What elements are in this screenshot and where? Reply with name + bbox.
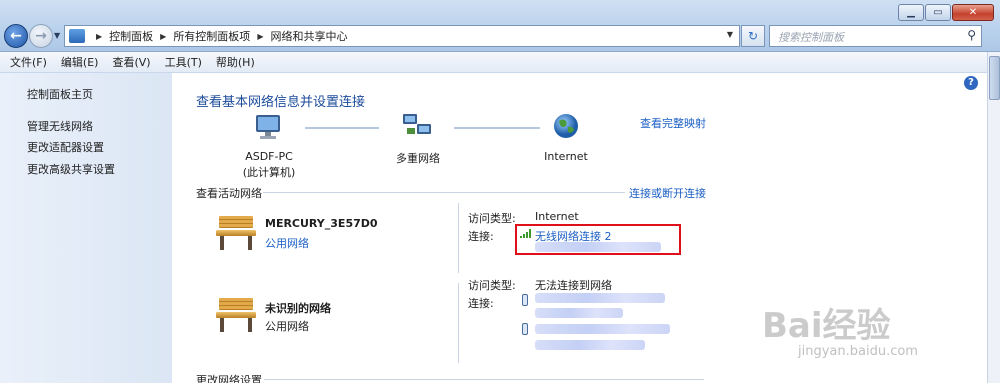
redacted-text (535, 340, 645, 350)
breadcrumb-chevron-icon[interactable]: ▶ (257, 32, 263, 41)
scrollbar-thumb[interactable] (989, 56, 1000, 100)
menu-tools[interactable]: 工具(T) (165, 54, 202, 70)
maximize-button[interactable]: ▭ (925, 4, 951, 21)
map-connector (454, 127, 540, 129)
breadcrumb-all-items[interactable]: 所有控制面板项 (173, 28, 250, 44)
network-adapter-icon (522, 323, 528, 335)
breadcrumb-chevron-icon[interactable]: ▶ (160, 32, 166, 41)
multiple-networks-icon (403, 114, 431, 134)
back-arrow-icon: ← (10, 28, 22, 44)
search-icon[interactable]: ⚲ (967, 28, 976, 42)
change-settings-title: 更改网络设置 (196, 374, 262, 383)
baidu-watermark-logo: Bai经验 (762, 306, 891, 346)
refresh-icon: ↻ (747, 29, 759, 43)
section-divider (263, 192, 625, 193)
computer-icon (256, 115, 280, 139)
recent-pages-dropdown-icon[interactable]: ▼ (54, 31, 60, 40)
connect-disconnect-link[interactable]: 连接或断开连接 (629, 185, 706, 201)
close-icon: ✕ (968, 7, 978, 18)
highlight-box (515, 224, 681, 255)
access-type-label: 访问类型: (468, 212, 516, 225)
menu-view[interactable]: 查看(V) (112, 54, 150, 70)
vertical-divider (458, 283, 459, 363)
connection-label: 连接: (468, 297, 494, 310)
network-name: MERCURY_3E57D0 (265, 217, 378, 230)
map-connector (305, 127, 379, 129)
network-name: 未识别的网络 (265, 302, 331, 315)
access-type-label: 访问类型: (468, 279, 516, 292)
multi-network-label: 多重网络 (396, 152, 440, 165)
sidebar-item-wireless[interactable]: 管理无线网络 (27, 118, 93, 134)
access-type-value: 无法连接到网络 (535, 279, 612, 292)
page-title: 查看基本网络信息并设置连接 (196, 95, 366, 110)
refresh-button[interactable]: ↻ (741, 25, 765, 47)
baidu-watermark-url: jingyan.baidu.com (798, 344, 918, 359)
maximize-icon: ▭ (933, 7, 943, 18)
minimize-icon: ▁ (907, 7, 915, 18)
sidebar-item-adapter[interactable]: 更改适配器设置 (27, 139, 104, 155)
internet-label: Internet (544, 150, 588, 163)
redacted-text (535, 324, 670, 334)
menu-bar: 文件(F) 编辑(E) 查看(V) 工具(T) 帮助(H) (0, 52, 987, 73)
redacted-text (535, 308, 623, 318)
network-type: 公用网络 (265, 320, 309, 333)
sidebar-item-sharing[interactable]: 更改高级共享设置 (27, 161, 115, 177)
search-input[interactable]: 搜索控制面板 ⚲ (769, 25, 982, 47)
section-divider (264, 379, 704, 380)
back-button[interactable]: ← (4, 24, 28, 48)
breadcrumb-network-center[interactable]: 网络和共享中心 (270, 28, 347, 44)
vertical-scrollbar[interactable] (987, 52, 1000, 383)
internet-globe-icon (554, 114, 578, 138)
menu-file[interactable]: 文件(F) (10, 54, 47, 70)
window-controls: ▁ ▭ ✕ (898, 4, 994, 21)
connection-label: 连接: (468, 230, 494, 243)
menu-edit[interactable]: 编辑(E) (61, 54, 99, 70)
forward-arrow-icon: → (35, 28, 47, 44)
this-pc-name: ASDF-PC (245, 150, 293, 163)
breadcrumb-control-panel[interactable]: 控制面板 (109, 28, 153, 44)
address-dropdown-icon[interactable]: ▼ (727, 30, 733, 39)
this-pc-sub: (此计算机) (242, 166, 296, 179)
active-networks-title: 查看活动网络 (196, 187, 262, 200)
menu-help[interactable]: 帮助(H) (216, 54, 255, 70)
close-button[interactable]: ✕ (952, 4, 994, 21)
full-map-link[interactable]: 查看完整映射 (640, 115, 706, 131)
public-network-icon (214, 214, 258, 252)
forward-button[interactable]: → (29, 24, 53, 48)
network-type-link[interactable]: 公用网络 (265, 235, 309, 251)
help-icon[interactable]: ? (964, 76, 978, 90)
access-type-value: Internet (535, 210, 579, 223)
network-adapter-icon (522, 294, 528, 306)
public-network-icon (214, 296, 258, 334)
search-placeholder: 搜索控制面板 (778, 31, 844, 44)
breadcrumb-chevron-icon[interactable]: ▶ (96, 32, 102, 41)
control-panel-icon (69, 29, 85, 43)
minimize-button[interactable]: ▁ (898, 4, 924, 21)
vertical-divider (458, 203, 459, 273)
sidebar-item-home[interactable]: 控制面板主页 (27, 86, 93, 102)
address-bar[interactable]: ▶ 控制面板 ▶ 所有控制面板项 ▶ 网络和共享中心 ▼ (64, 25, 740, 47)
redacted-text (535, 293, 665, 303)
